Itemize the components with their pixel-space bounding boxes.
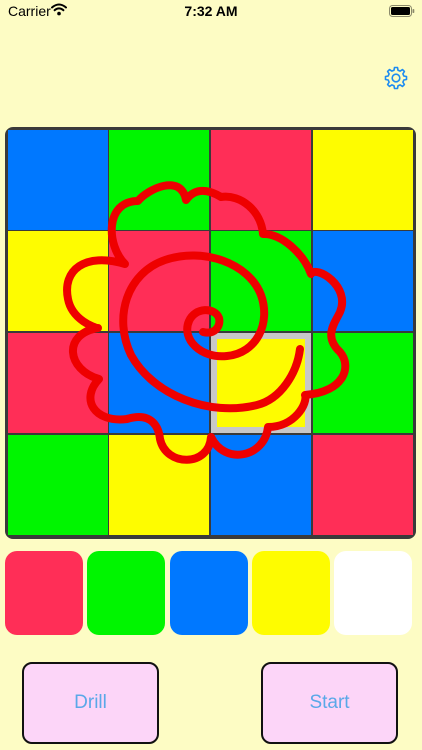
palette-swatch-white[interactable]	[334, 551, 412, 635]
palette-swatch-green[interactable]	[87, 551, 165, 635]
board-tile[interactable]	[211, 231, 311, 331]
settings-button[interactable]	[383, 65, 409, 91]
board-tile[interactable]	[313, 333, 413, 433]
start-button[interactable]: Start	[261, 662, 398, 744]
status-bar: Carrier 7:32 AM	[0, 0, 422, 24]
board-tile[interactable]	[313, 231, 413, 331]
board-tile[interactable]	[8, 231, 108, 331]
board-tile[interactable]	[211, 130, 311, 230]
color-board	[5, 127, 416, 539]
drill-button[interactable]: Drill	[22, 662, 159, 744]
board-tile[interactable]	[109, 435, 209, 535]
palette-swatch-red[interactable]	[5, 551, 83, 635]
board-tile[interactable]	[109, 333, 209, 433]
board-tile[interactable]	[8, 435, 108, 535]
palette-swatch-blue[interactable]	[170, 551, 248, 635]
board-tile[interactable]	[8, 333, 108, 433]
board-tile-selected[interactable]	[211, 333, 311, 433]
board-tile[interactable]	[8, 130, 108, 230]
battery-icon	[389, 5, 415, 17]
board-tile[interactable]	[109, 130, 209, 230]
board-tile[interactable]	[313, 130, 413, 230]
palette-swatch-yellow[interactable]	[252, 551, 330, 635]
board-tile[interactable]	[109, 231, 209, 331]
board-tile[interactable]	[313, 435, 413, 535]
gear-icon	[384, 66, 408, 90]
clock: 7:32 AM	[184, 3, 238, 19]
board-tile[interactable]	[211, 435, 311, 535]
